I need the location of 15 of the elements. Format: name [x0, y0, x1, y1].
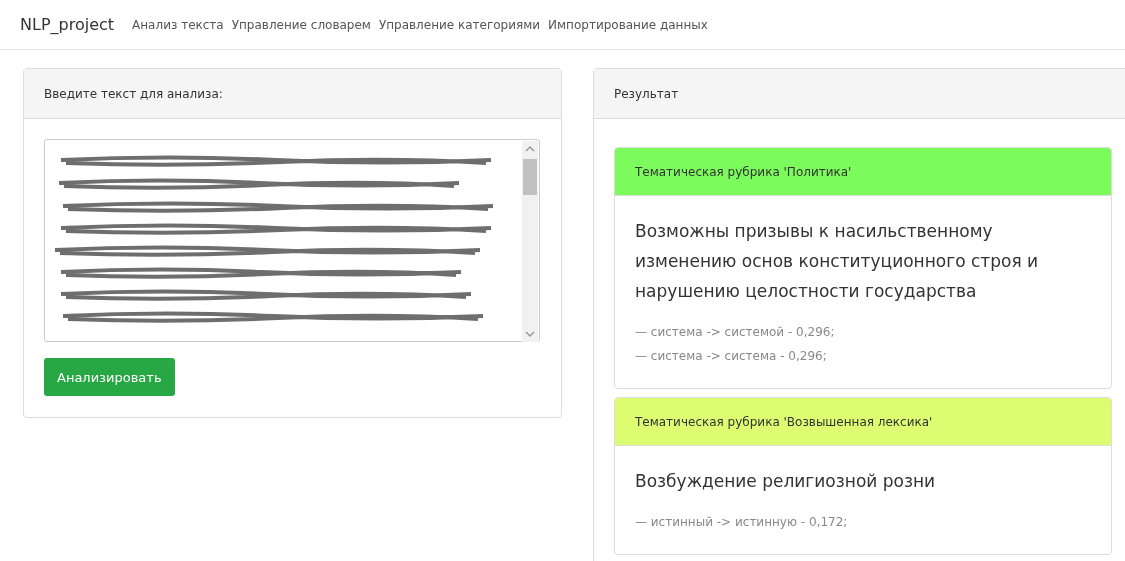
- match-line: — система -> система - 0,296;: [635, 348, 828, 365]
- statement-text: Возбуждение религиозной розни: [635, 470, 937, 493]
- brand-link[interactable]: NLP_project: [20, 15, 115, 34]
- match-line: — истинный -> истинную - 0,172;: [635, 514, 849, 531]
- scrollbar[interactable]: [522, 141, 538, 342]
- nav-link[interactable]: Импортирование данных: [548, 17, 708, 32]
- card-header: Тематическая рубрика 'Политика': [615, 148, 1111, 196]
- nav-link[interactable]: Анализ текста: [132, 17, 224, 32]
- panel-header: Результат: [594, 69, 1125, 119]
- card-header: Тематическая рубрика 'Возвышенная лексика': [615, 398, 1111, 446]
- nav-link[interactable]: Управление словарем: [231, 17, 371, 32]
- nav-link[interactable]: Управление категориями: [378, 17, 541, 32]
- panel-header: Введите текст для анализа:: [24, 69, 561, 119]
- match-line: — система -> системой - 0,296;: [635, 324, 836, 341]
- statement-text: Возможны призывы к насильственному изменению основ конституционного строя и нарушению целостности государства: [635, 220, 1040, 303]
